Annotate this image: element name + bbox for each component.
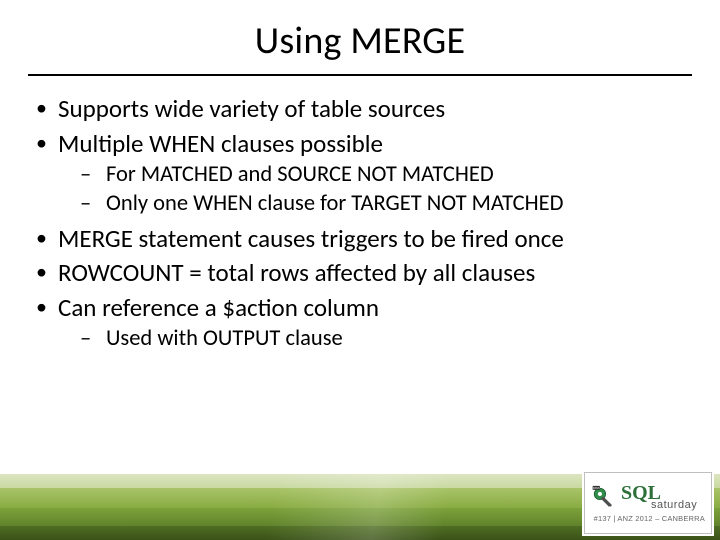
logo-tagline: #137 | ANZ 2012 – CANBERRA (591, 514, 705, 523)
logo-brand-bottom: saturday (651, 499, 697, 511)
bullet-item: ROWCOUNT = total rows affected by all cl… (28, 258, 692, 289)
sub-bullet-item: For MATCHED and SOURCE NOT MATCHED (58, 161, 692, 188)
key-icon: PASS (591, 485, 617, 511)
bullet-text: Multiple WHEN clauses possible (58, 128, 383, 159)
sub-bullet-item: Used with OUTPUT clause (58, 325, 692, 352)
pass-badge-text: PASS (593, 486, 600, 490)
bullet-item: MERGE statement causes triggers to be fi… (28, 224, 692, 255)
footer-bar: PASS SQL saturday #137 | ANZ 2012 – CANB… (0, 470, 720, 540)
bullet-item: Supports wide variety of table sources (28, 94, 692, 125)
bullet-item: Multiple WHEN clauses possible For MATCH… (28, 129, 692, 218)
sub-bullet-item: Only one WHEN clause for TARGET NOT MATC… (58, 190, 692, 217)
event-logo: PASS SQL saturday #137 | ANZ 2012 – CANB… (584, 472, 712, 534)
slide-body: Supports wide variety of table sources M… (0, 76, 720, 353)
bullet-text: Can reference a $action column (58, 292, 379, 323)
bullet-item: Can reference a $action column Used with… (28, 293, 692, 353)
slide-title: Using MERGE (0, 0, 720, 70)
